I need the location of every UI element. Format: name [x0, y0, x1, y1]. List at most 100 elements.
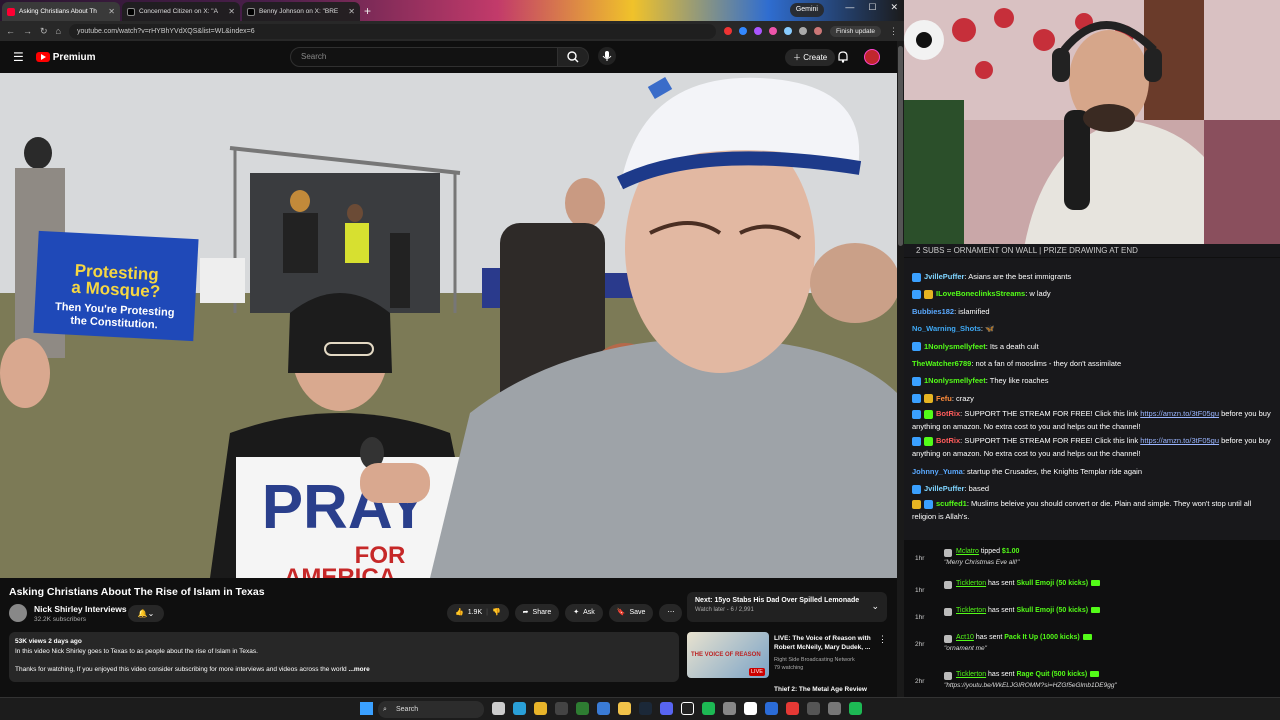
video-player[interactable]: Protesting a Mosque? Then You're Protest…: [0, 73, 897, 578]
event-action: has sent: [986, 580, 1017, 587]
extension-icon[interactable]: [753, 27, 762, 35]
event-user[interactable]: Ticklerton: [956, 580, 986, 587]
app-icon[interactable]: [765, 702, 778, 715]
chat-username[interactable]: 1Nonlysmellyfeet: [924, 342, 986, 351]
app-icon[interactable]: [849, 702, 862, 715]
like-icon[interactable]: 👍: [455, 604, 464, 622]
chat-username[interactable]: TheWatcher6789: [912, 359, 971, 368]
maximize-icon[interactable]: ☐: [868, 2, 876, 13]
chat-link[interactable]: https://amzn.to/3tF05gu: [1140, 409, 1219, 418]
obs-icon[interactable]: [555, 702, 568, 715]
close-tab-icon[interactable]: ✕: [348, 7, 355, 16]
discord-icon[interactable]: [660, 702, 673, 715]
show-more-link[interactable]: ...more: [348, 666, 369, 673]
minimize-icon[interactable]: —: [845, 2, 854, 13]
recommended-video-title-2[interactable]: Thief 2: The Metal Age Review: [774, 686, 867, 693]
more-options-icon[interactable]: ⋮: [878, 634, 887, 645]
notifications-bell-icon[interactable]: [836, 50, 850, 64]
event-user[interactable]: Ticklerton: [956, 607, 986, 614]
chat-username[interactable]: JvillePuffer: [924, 272, 964, 281]
voice-search-button[interactable]: [598, 47, 616, 65]
chat-username[interactable]: BotRix: [936, 409, 960, 418]
next-video-title: Next: 15yo Stabs His Dad Over Spilled Le…: [695, 597, 860, 604]
chat-badge-icon: [912, 499, 921, 509]
profile-icon[interactable]: [813, 27, 822, 35]
chat-username[interactable]: Johnny_Yuma: [912, 467, 963, 476]
chat-username[interactable]: Bubbies182: [912, 307, 954, 316]
create-button[interactable]: ＋ Create: [785, 49, 836, 66]
chevron-down-icon[interactable]: ⌄: [871, 601, 879, 612]
spotify-icon[interactable]: [702, 702, 715, 715]
dislike-icon[interactable]: 👎: [492, 604, 501, 622]
chat-username[interactable]: No_Warning_Shots: [912, 324, 981, 333]
account-avatar[interactable]: [864, 49, 880, 65]
search-input[interactable]: Search: [290, 47, 558, 67]
reload-icon[interactable]: ↻: [40, 26, 48, 37]
chrome-icon[interactable]: [534, 702, 547, 715]
share-button[interactable]: ➦ Share: [514, 604, 560, 622]
back-icon[interactable]: ←: [6, 26, 15, 36]
browser-tab[interactable]: Benny Johnson on X: "BRE ✕: [242, 2, 360, 21]
close-window-icon[interactable]: ✕: [890, 2, 898, 13]
finish-update-button[interactable]: Finish update: [829, 25, 881, 37]
chat-username[interactable]: ILoveBoneclinksStreams: [936, 289, 1025, 298]
subscription-bell-button[interactable]: 🔔⌄: [128, 605, 164, 622]
menu-icon[interactable]: ☰: [13, 50, 24, 64]
taskbar-search[interactable]: ⌕ Search: [378, 701, 484, 718]
maps-icon[interactable]: [786, 702, 799, 715]
app-icon[interactable]: [828, 702, 841, 715]
browser-tab[interactable]: Asking Christians About Th ✕: [2, 2, 120, 21]
youtube-logo[interactable]: Premium: [35, 52, 96, 63]
forward-icon[interactable]: →: [23, 26, 32, 36]
url-input[interactable]: youtube.com/watch?v=rHYBhYVdXQS&list=WL&…: [68, 23, 716, 39]
chat-username[interactable]: scuffed1: [936, 499, 967, 508]
ask-button[interactable]: ✦ Ask: [565, 604, 603, 622]
playlist-next-panel[interactable]: Next: 15yo Stabs His Dad Over Spilled Le…: [687, 592, 887, 622]
extension-icon[interactable]: [738, 27, 747, 35]
app-icon[interactable]: [681, 702, 694, 715]
home-icon[interactable]: ⌂: [56, 26, 61, 36]
gemini-button[interactable]: Gemini: [789, 3, 824, 17]
event-user[interactable]: Act10: [956, 634, 974, 641]
folder-icon[interactable]: [618, 702, 631, 715]
extension-icon[interactable]: [723, 27, 732, 35]
bell-icon: 🔔: [137, 609, 148, 618]
channel-avatar[interactable]: [9, 604, 27, 622]
x-favicon-icon: [247, 7, 255, 16]
save-button[interactable]: 🔖 Save: [608, 604, 654, 622]
close-tab-icon[interactable]: ✕: [228, 7, 235, 16]
recommended-video[interactable]: THE VOICE OF REASON LIVE LIVE: The Voice…: [687, 632, 887, 684]
more-menu-icon[interactable]: ⋮: [889, 26, 898, 37]
new-tab-button[interactable]: +: [364, 2, 371, 21]
chat-username[interactable]: 1Nonlysmellyfeet: [924, 376, 986, 385]
close-tab-icon[interactable]: ✕: [108, 7, 115, 16]
extension-icon[interactable]: [783, 27, 792, 35]
notion-icon[interactable]: [744, 702, 757, 715]
windows-start-icon[interactable]: [360, 702, 373, 715]
more-actions-button[interactable]: ⋯: [659, 604, 683, 622]
edge-icon[interactable]: [513, 702, 526, 715]
app-icon[interactable]: [807, 702, 820, 715]
event-user[interactable]: Ticklerton: [956, 671, 986, 678]
like-count[interactable]: 1.9K: [468, 604, 482, 622]
chat-username[interactable]: Fefu: [936, 394, 952, 403]
page-scrollbar[interactable]: [897, 41, 904, 697]
puzzle-icon[interactable]: [798, 27, 807, 35]
event-user[interactable]: Mclatro: [956, 548, 979, 555]
photos-icon[interactable]: [597, 702, 610, 715]
browser-tab[interactable]: Concerned Citizen on X: "A ✕: [122, 2, 240, 21]
extension-icon[interactable]: [768, 27, 777, 35]
scrollbar-thumb[interactable]: [898, 46, 903, 246]
channel-name[interactable]: Nick Shirley Interviews: [34, 604, 127, 614]
chat-username[interactable]: BotRix: [936, 436, 960, 445]
steam-icon[interactable]: [639, 702, 652, 715]
search-button[interactable]: [557, 47, 589, 67]
kick-icon: [944, 672, 952, 680]
chat-username[interactable]: JvillePuffer: [924, 484, 964, 493]
description-box[interactable]: 53K views 2 days ago In this video Nick …: [9, 632, 679, 682]
xbox-icon[interactable]: [576, 702, 589, 715]
settings-icon[interactable]: [723, 702, 736, 715]
chat-badge-icon: [924, 499, 933, 509]
task-view-icon[interactable]: [492, 702, 505, 715]
chat-link[interactable]: https://amzn.to/3tF05gu: [1140, 436, 1219, 445]
